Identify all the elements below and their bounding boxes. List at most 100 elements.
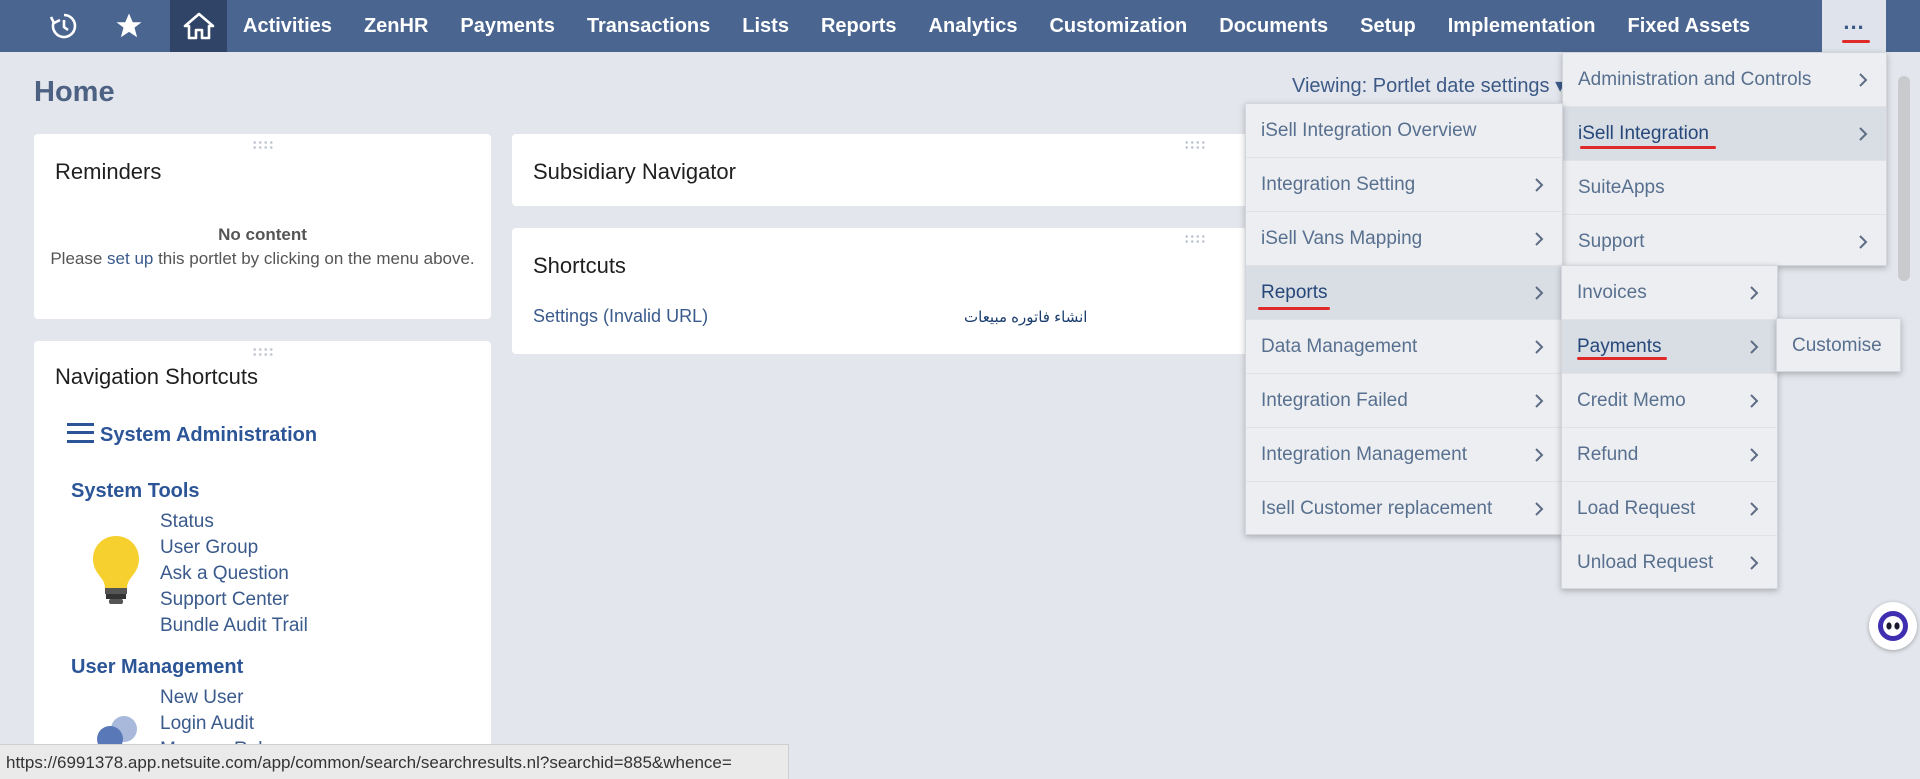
menu-item-label: Isell Customer replacement bbox=[1261, 498, 1493, 519]
drag-handle-icon[interactable] bbox=[1184, 140, 1206, 150]
more-menu-button[interactable]: ... bbox=[1822, 0, 1886, 52]
menu-item-label: Unload Request bbox=[1577, 552, 1714, 573]
chevron-right-icon bbox=[1750, 556, 1759, 570]
menu-item-data-management[interactable]: Data Management bbox=[1246, 320, 1562, 374]
link-ask-a-question[interactable]: Ask a Question bbox=[160, 561, 308, 587]
system-administration-label: System Administration bbox=[100, 424, 318, 446]
menu-item-load-request[interactable]: Load Request bbox=[1562, 482, 1777, 536]
menu-item-label: Integration Setting bbox=[1261, 173, 1416, 195]
menu-item-support[interactable]: Support bbox=[1563, 215, 1886, 269]
nav-menu: Activities ZenHR Payments Transactions L… bbox=[227, 0, 1766, 52]
chevron-right-icon bbox=[1535, 231, 1544, 246]
menu-item-suiteapps[interactable]: SuiteApps bbox=[1563, 161, 1886, 215]
link-user-group[interactable]: User Group bbox=[160, 535, 308, 561]
menu-item-customise[interactable]: Customise bbox=[1777, 319, 1900, 373]
chevron-right-icon bbox=[1750, 447, 1759, 462]
menu-item-label: Integration Failed bbox=[1261, 389, 1408, 411]
menu-item-label: Administration and Controls bbox=[1578, 68, 1812, 90]
menu-item-administration-and-controls[interactable]: Administration and Controls bbox=[1563, 53, 1886, 107]
menu-item-label: Payments bbox=[1577, 335, 1662, 357]
menu-item-isell-integration[interactable]: iSell Integration bbox=[1563, 107, 1886, 161]
chevron-right-icon bbox=[1750, 393, 1759, 408]
recent-records-icon[interactable] bbox=[42, 0, 86, 52]
setup-link[interactable]: set up bbox=[107, 249, 153, 268]
hamburger-menu-icon[interactable] bbox=[67, 422, 94, 443]
menu-item-integration-failed[interactable]: Integration Failed bbox=[1246, 374, 1562, 428]
more-dropdown-menu: Administration and Controls iSell Integr… bbox=[1562, 52, 1887, 266]
payments-submenu: Customise bbox=[1776, 318, 1901, 372]
chevron-right-icon bbox=[1535, 447, 1544, 462]
menu-item-unload-request[interactable]: Unload Request bbox=[1562, 536, 1777, 590]
link-login-audit[interactable]: Login Audit bbox=[160, 711, 283, 737]
home-icon[interactable] bbox=[170, 0, 227, 52]
nav-item-setup[interactable]: Setup bbox=[1344, 0, 1432, 52]
nav-item-implementation[interactable]: Implementation bbox=[1432, 0, 1612, 52]
menu-item-label: Customise bbox=[1792, 335, 1882, 356]
shortcut-create-sales-invoice[interactable]: انشاء فاتوره مبيعات bbox=[964, 308, 1087, 326]
menu-item-label: SuiteApps bbox=[1578, 176, 1665, 198]
annotation-underline-reports bbox=[1258, 307, 1330, 310]
link-status[interactable]: Status bbox=[160, 509, 308, 535]
chevron-right-icon bbox=[1535, 393, 1544, 408]
empty-text: Please bbox=[50, 249, 108, 268]
annotation-underline-more bbox=[1842, 40, 1870, 43]
page-title: Home bbox=[34, 76, 115, 108]
annotation-underline-payments bbox=[1577, 357, 1667, 360]
browser-status-url: https://6991378.app.netsuite.com/app/com… bbox=[0, 744, 789, 779]
menu-item-reports[interactable]: Reports bbox=[1246, 266, 1562, 320]
drag-handle-icon[interactable] bbox=[251, 140, 274, 150]
menu-item-label: Invoices bbox=[1577, 281, 1647, 303]
lightbulb-icon bbox=[93, 536, 139, 604]
reminders-empty-state: No content Please set up this portlet by… bbox=[34, 223, 491, 271]
menu-item-label: Reports bbox=[1261, 281, 1328, 303]
nav-item-transactions[interactable]: Transactions bbox=[571, 0, 726, 52]
link-new-user[interactable]: New User bbox=[160, 685, 283, 711]
chevron-right-icon bbox=[1750, 501, 1759, 516]
navigation-shortcuts-portlet: Navigation Shortcuts System Administrati… bbox=[34, 341, 491, 761]
nav-item-documents[interactable]: Documents bbox=[1203, 0, 1344, 52]
link-bundle-audit-trail[interactable]: Bundle Audit Trail bbox=[160, 613, 308, 639]
chevron-right-icon bbox=[1535, 339, 1544, 354]
portlet-date-settings-link[interactable]: Viewing: Portlet date settings ▾ bbox=[1292, 73, 1565, 98]
no-content-label: No content bbox=[218, 225, 307, 244]
nav-item-customization[interactable]: Customization bbox=[1033, 0, 1203, 52]
nav-item-reports[interactable]: Reports bbox=[805, 0, 913, 52]
link-support-center[interactable]: Support Center bbox=[160, 587, 308, 613]
menu-item-label: Credit Memo bbox=[1577, 389, 1686, 411]
top-navigation-bar: Activities ZenHR Payments Transactions L… bbox=[0, 0, 1920, 52]
nav-item-activities[interactable]: Activities bbox=[227, 0, 348, 52]
menu-item-isell-customer-replacement[interactable]: Isell Customer replacement bbox=[1246, 482, 1562, 536]
nav-item-payments[interactable]: Payments bbox=[444, 0, 571, 52]
shortcuts-title: Shortcuts bbox=[533, 253, 626, 278]
nav-item-analytics[interactable]: Analytics bbox=[913, 0, 1034, 52]
empty-text-rest: this portlet by clicking on the menu abo… bbox=[153, 249, 475, 268]
menu-item-credit-memo[interactable]: Credit Memo bbox=[1562, 374, 1777, 428]
reminders-title: Reminders bbox=[55, 159, 162, 184]
menu-item-integration-management[interactable]: Integration Management bbox=[1246, 428, 1562, 482]
nav-item-fixed-assets[interactable]: Fixed Assets bbox=[1612, 0, 1767, 52]
chevron-right-icon bbox=[1535, 177, 1544, 192]
menu-item-isell-integration-overview[interactable]: iSell Integration Overview bbox=[1246, 104, 1562, 158]
chevron-right-icon bbox=[1535, 285, 1544, 300]
shortcut-settings[interactable]: Settings (Invalid URL) bbox=[533, 306, 708, 327]
nav-item-zenhr[interactable]: ZenHR bbox=[348, 0, 444, 52]
menu-item-isell-vans-mapping[interactable]: iSell Vans Mapping bbox=[1246, 212, 1562, 266]
assistant-bot-icon[interactable] bbox=[1869, 602, 1917, 650]
menu-item-payments[interactable]: Payments bbox=[1562, 320, 1777, 374]
favorites-star-icon[interactable] bbox=[106, 0, 152, 52]
shortcuts-portlet: Shortcuts Settings (Invalid URL) انشاء ف… bbox=[512, 228, 1252, 354]
system-administration-header: System Administration bbox=[67, 422, 318, 447]
chevron-right-icon bbox=[1750, 339, 1759, 354]
page-scrollbar[interactable] bbox=[1898, 76, 1910, 281]
menu-item-refund[interactable]: Refund bbox=[1562, 428, 1777, 482]
subsidiary-navigator-title: Subsidiary Navigator bbox=[533, 159, 736, 184]
menu-item-integration-setting[interactable]: Integration Setting bbox=[1246, 158, 1562, 212]
drag-handle-icon[interactable] bbox=[251, 347, 274, 357]
menu-item-label: Integration Management bbox=[1261, 443, 1467, 465]
nav-item-lists[interactable]: Lists bbox=[726, 0, 805, 52]
menu-item-label: Data Management bbox=[1261, 335, 1418, 357]
drag-handle-icon[interactable] bbox=[1184, 234, 1206, 244]
reports-submenu: Invoices Payments Credit Memo Refund Loa… bbox=[1561, 265, 1778, 589]
menu-item-invoices[interactable]: Invoices bbox=[1562, 266, 1777, 320]
isell-integration-submenu: iSell Integration Overview Integration S… bbox=[1245, 103, 1563, 535]
